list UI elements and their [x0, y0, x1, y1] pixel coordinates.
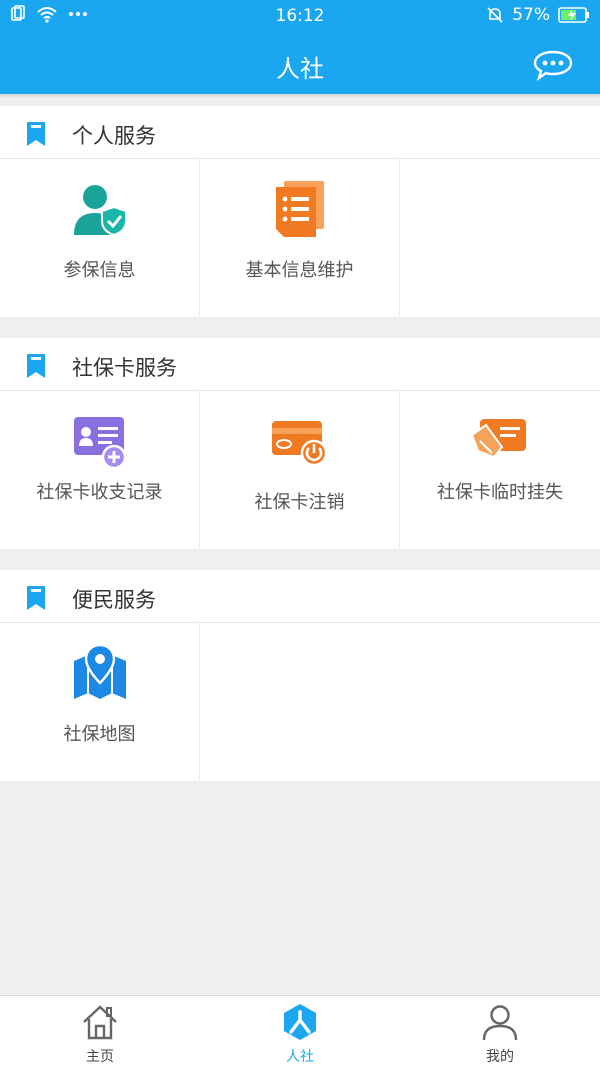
section-social-card-services: 社保卡服务 社保卡收支记录 社保卡注销 社保卡临时挂失: [0, 338, 600, 549]
id-card-add-icon: [74, 417, 127, 470]
tab-label: 主页: [86, 1049, 114, 1065]
tab-renshe[interactable]: 人社: [200, 996, 400, 1067]
service-label: 社保卡临时挂失: [437, 482, 563, 503]
empty-cell: [200, 623, 600, 781]
chat-icon[interactable]: [532, 49, 574, 81]
section-convenience-services: 便民服务 社保地图: [0, 570, 600, 781]
section-title: 社保卡服务: [72, 356, 177, 380]
bookmark-icon: [27, 122, 45, 146]
battery-icon: [558, 7, 589, 23]
service-grid: 社保地图: [0, 623, 600, 781]
tab-home[interactable]: 主页: [0, 996, 200, 1067]
tab-mine[interactable]: 我的: [400, 996, 600, 1067]
service-label: 社保卡收支记录: [36, 482, 163, 503]
status-right: 57%: [486, 5, 590, 25]
section-header: 社保卡服务: [0, 338, 600, 391]
home-icon: [83, 1005, 117, 1040]
card-power-icon: [272, 421, 328, 467]
app-header: 人社: [0, 32, 600, 94]
empty-cell: [400, 159, 600, 317]
section-title: 便民服务: [72, 588, 156, 612]
person-icon: [482, 1005, 518, 1041]
service-label: 参保信息: [63, 260, 136, 281]
tab-label: 我的: [486, 1049, 514, 1065]
section-title: 个人服务: [72, 124, 156, 148]
service-card-cancel[interactable]: 社保卡注销: [200, 391, 400, 549]
service-label: 社保地图: [63, 724, 136, 745]
document-list-icon: [276, 181, 324, 237]
service-social-map[interactable]: 社保地图: [0, 623, 200, 781]
section-header: 便民服务: [0, 570, 600, 623]
service-card-transactions[interactable]: 社保卡收支记录: [0, 391, 200, 549]
tab-label: 人社: [286, 1049, 314, 1065]
page-title: 人社: [276, 55, 324, 83]
map-pin-icon: [74, 643, 126, 699]
service-grid: 参保信息 基本信息维护: [0, 159, 600, 317]
service-label: 基本信息维护: [245, 260, 354, 281]
section-header: 个人服务: [0, 106, 600, 159]
header-shadow: [0, 94, 600, 98]
service-label: 社保卡注销: [254, 492, 345, 513]
service-card-temp-loss[interactable]: 社保卡临时挂失: [400, 391, 600, 549]
section-personal-services: 个人服务 参保信息 基本信息维护: [0, 106, 600, 317]
status-bar: 16:12 57%: [0, 0, 600, 32]
battery-percent: 57%: [512, 5, 550, 25]
bookmark-icon: [27, 354, 45, 378]
user-shield-icon: [74, 185, 127, 237]
mute-bell-icon: [487, 7, 503, 23]
card-hand-icon: [470, 419, 526, 459]
bookmark-icon: [27, 586, 45, 610]
service-insurance-info[interactable]: 参保信息: [0, 159, 200, 317]
service-grid: 社保卡收支记录 社保卡注销 社保卡临时挂失: [0, 391, 600, 549]
bottom-tab-bar: 主页 人社 我的: [0, 995, 600, 1067]
service-basic-info-maintenance[interactable]: 基本信息维护: [200, 159, 400, 317]
hexagon-person-icon: [284, 1004, 316, 1040]
